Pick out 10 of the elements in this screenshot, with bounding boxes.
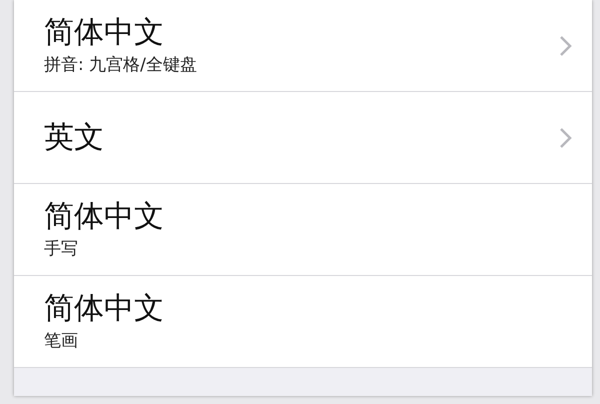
language-name: 简体中文 <box>44 16 165 48</box>
language-name: 简体中文 <box>44 200 165 232</box>
language-name: 简体中文 <box>44 292 165 324</box>
language-row[interactable]: 英文 <box>14 92 592 184</box>
language-row[interactable]: 简体中文 手写 <box>14 184 592 276</box>
language-name: 英文 <box>44 121 105 154</box>
input-method: 拼音: 九宫格/全键盘 <box>44 54 198 76</box>
input-method: 笔画 <box>44 330 79 352</box>
input-method: 手写 <box>44 238 79 260</box>
language-row[interactable]: 简体中文 拼音: 九宫格/全键盘 <box>14 0 592 92</box>
